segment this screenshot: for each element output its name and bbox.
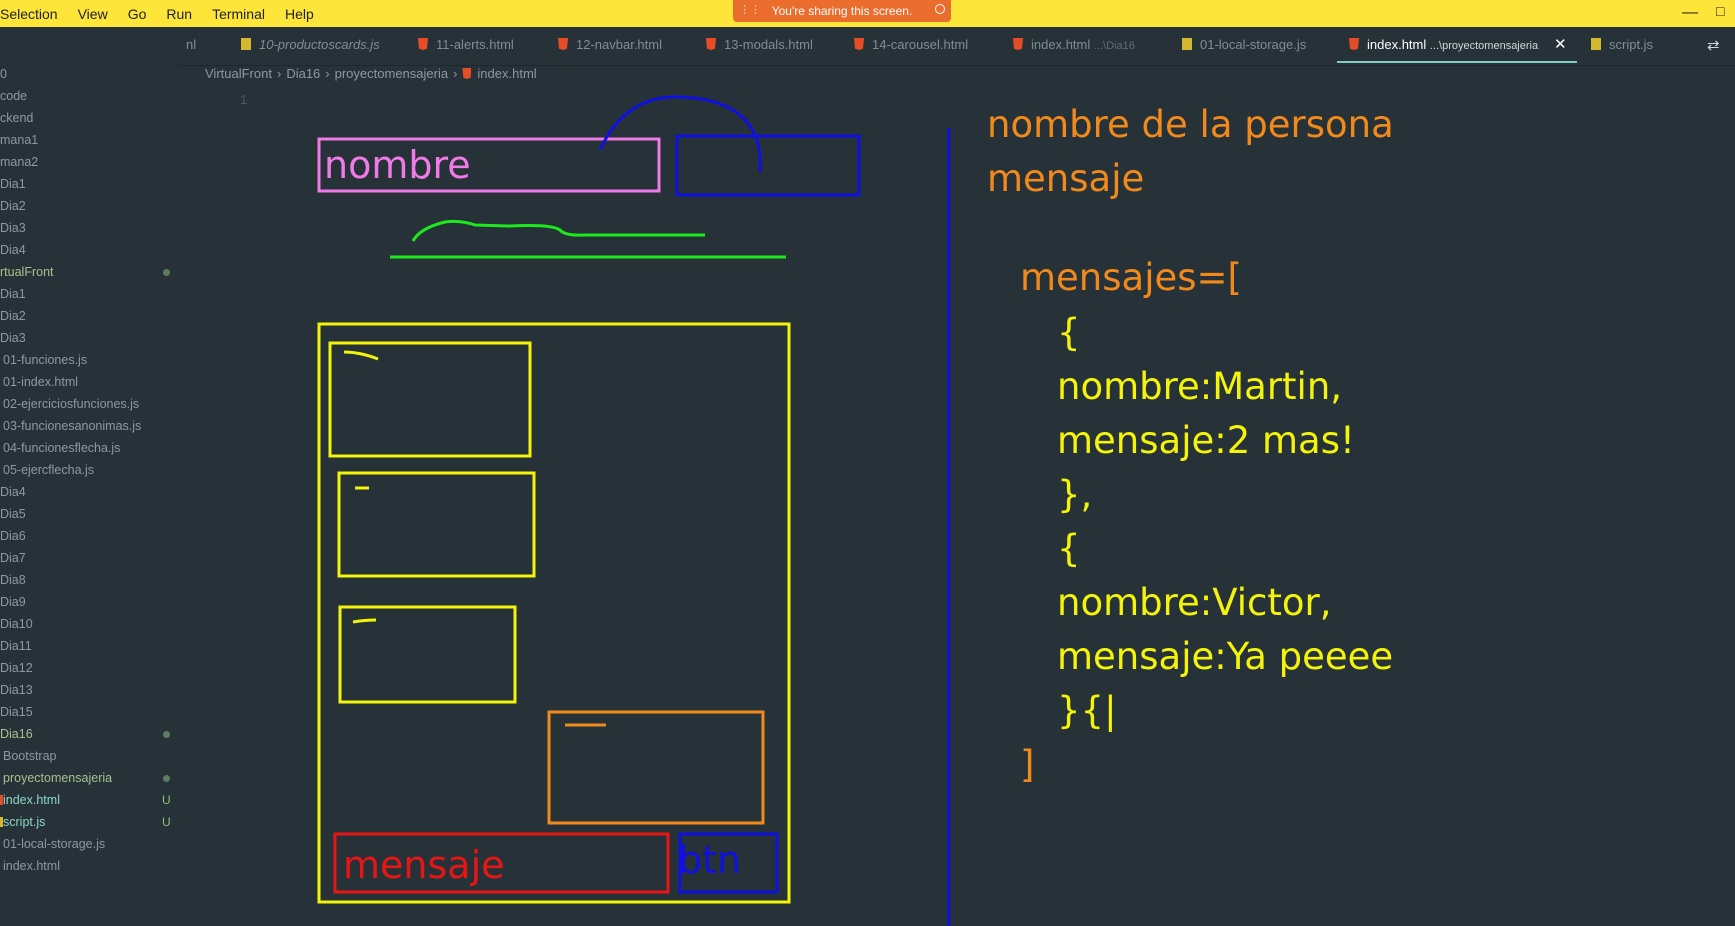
top-button-box — [675, 134, 861, 197]
green-scribble — [411, 219, 705, 242]
note-line-6: mensaje:2 mas! — [1057, 419, 1355, 462]
note-line-2: mensaje — [987, 157, 1145, 200]
annotation-drawing — [317, 95, 951, 926]
own-message-box — [547, 710, 765, 825]
nombre-label: nombre — [324, 143, 471, 187]
btn-label: btn — [678, 838, 742, 882]
note-line-1: nombre de la persona — [987, 103, 1394, 146]
mensaje-label: mensaje — [343, 843, 505, 887]
note-line-4: { — [1057, 311, 1081, 354]
note-line-10: mensaje:Ya peeee — [1057, 635, 1394, 678]
note-line-7: }, — [1057, 473, 1093, 516]
message-box-1 — [328, 341, 532, 458]
message-3-scribble — [352, 618, 377, 624]
note-line-5: nombre:Martin, — [1057, 365, 1343, 408]
note-line-3: mensajes=[ — [1020, 256, 1242, 299]
note-line-12: ] — [1020, 743, 1035, 786]
chat-container-box — [317, 322, 791, 904]
note-line-9: nombre:Victor, — [1057, 581, 1332, 624]
arrow-scribble — [598, 95, 762, 173]
note-line-11: }{| — [1057, 689, 1117, 732]
note-line-8: { — [1057, 527, 1081, 570]
message-1-scribble — [343, 350, 379, 361]
